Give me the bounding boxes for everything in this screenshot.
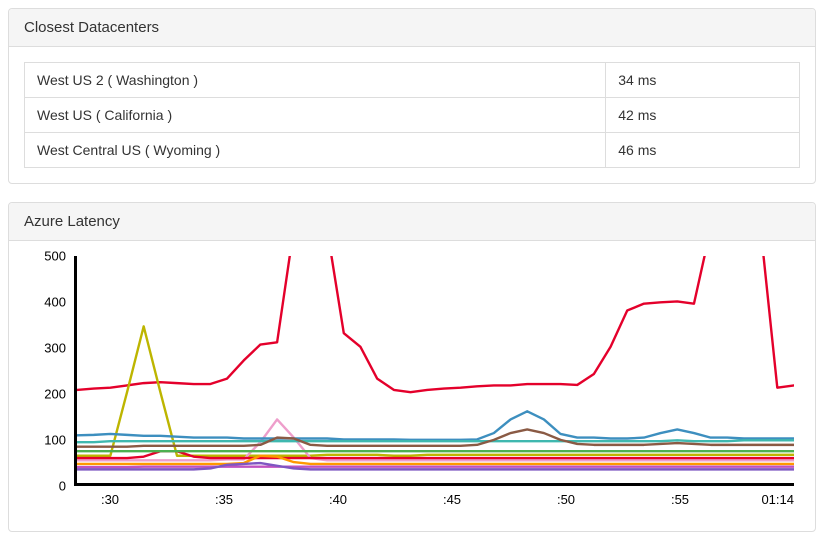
table-row: West US 2 ( Washington ) 34 ms xyxy=(25,63,800,98)
closest-datacenters-title: Closest Datacenters xyxy=(9,9,815,47)
dc-name-cell: West US ( California ) xyxy=(25,98,606,133)
series-red-high xyxy=(77,256,794,392)
y-tick-label: 0 xyxy=(59,479,66,494)
closest-datacenters-body: West US 2 ( Washington ) 34 ms West US (… xyxy=(9,47,815,183)
table-row: West US ( California ) 42 ms xyxy=(25,98,800,133)
closest-datacenters-panel: Closest Datacenters West US 2 ( Washingt… xyxy=(8,8,816,184)
azure-latency-title: Azure Latency xyxy=(9,203,815,241)
chart-svg xyxy=(77,256,794,483)
latency-chart: 0100200300400500 :30:35:40:45:50:5501:14 xyxy=(24,256,800,516)
table-row: West Central US ( Wyoming ) 46 ms xyxy=(25,133,800,168)
x-tick-label: :40 xyxy=(329,492,347,507)
dc-name-cell: West US 2 ( Washington ) xyxy=(25,63,606,98)
dc-latency-cell: 46 ms xyxy=(606,133,800,168)
series-steel-blue xyxy=(77,411,794,440)
y-tick-label: 300 xyxy=(44,341,66,356)
x-tick-label: :45 xyxy=(443,492,461,507)
x-tick-label: :50 xyxy=(557,492,575,507)
x-tick-label: :55 xyxy=(671,492,689,507)
datacenter-table: West US 2 ( Washington ) 34 ms West US (… xyxy=(24,62,800,168)
dc-name-cell: West Central US ( Wyoming ) xyxy=(25,133,606,168)
chart-y-axis: 0100200300400500 xyxy=(24,256,72,486)
x-tick-label: :30 xyxy=(101,492,119,507)
azure-latency-body: 0 100 200 300 400 500 :30 :35 :40 :45 :50 :55 01:14 xyxy=(9,241,815,531)
y-tick-label: 100 xyxy=(44,433,66,448)
y-tick-label: 500 xyxy=(44,249,66,264)
dc-latency-cell: 34 ms xyxy=(606,63,800,98)
y-tick-label: 400 xyxy=(44,295,66,310)
dc-latency-cell: 42 ms xyxy=(606,98,800,133)
y-tick-label: 200 xyxy=(44,387,66,402)
series-teal-flat xyxy=(77,440,794,442)
azure-latency-panel: Azure Latency 0 100 200 300 400 500 :30 :35 :40… xyxy=(8,202,816,532)
x-tick-label: :35 xyxy=(215,492,233,507)
x-tick-label: 01:14 xyxy=(761,492,794,507)
chart-x-axis: :30 :35 :40 :45 :50 :55 01:14 xyxy=(74,488,794,516)
chart-plot-area xyxy=(74,256,794,486)
